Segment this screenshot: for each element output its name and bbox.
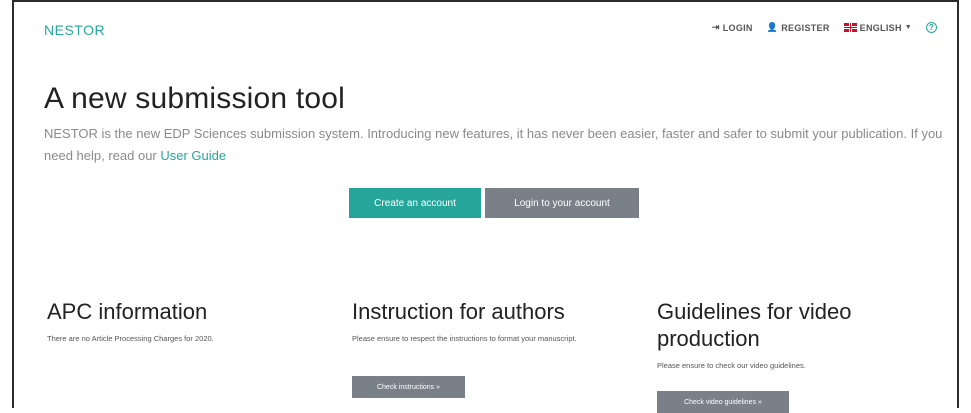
nav-menu: ⇥ LOGIN 👤 REGISTER ENGLISH ▼ ?: [712, 22, 937, 33]
register-label: REGISTER: [781, 22, 830, 33]
login-icon: ⇥: [711, 22, 720, 32]
login-account-button[interactable]: Login to your account: [485, 188, 639, 218]
register-link[interactable]: 👤 REGISTER: [767, 22, 830, 33]
login-label: LOGIN: [722, 22, 753, 33]
create-account-button[interactable]: Create an account: [349, 188, 481, 218]
page-frame: NESTOR ⇥ LOGIN 👤 REGISTER ENGLISH ▼ ? A …: [12, 0, 959, 413]
user-plus-icon: 👤: [766, 22, 779, 32]
chevron-down-icon: ▼: [904, 24, 912, 31]
language-dropdown[interactable]: ENGLISH ▼: [843, 22, 912, 33]
apc-title: APC information: [47, 299, 208, 324]
instructions-text: Please ensure to respect the instruction…: [352, 334, 577, 343]
uk-flag-icon: [843, 23, 857, 32]
check-instructions-button[interactable]: Check instructions »: [352, 376, 465, 398]
hero-actions: Create an account Login to your account: [349, 188, 639, 218]
apc-text: There are no Article Processing Charges …: [47, 334, 214, 343]
hero-description: NESTOR is the new EDP Sciences submissio…: [44, 123, 944, 167]
brand-logo[interactable]: NESTOR: [44, 22, 105, 38]
check-video-guidelines-button[interactable]: Check video guidelines »: [657, 391, 789, 413]
login-link[interactable]: ⇥ LOGIN: [712, 22, 753, 33]
video-text: Please ensure to check our video guideli…: [657, 361, 806, 370]
hero-title: A new submission tool: [44, 82, 346, 115]
top-navbar: NESTOR ⇥ LOGIN 👤 REGISTER ENGLISH ▼ ?: [14, 2, 957, 54]
author-instructions-section: Instruction for authors Please ensure to…: [352, 298, 632, 398]
instructions-title: Instruction for authors: [352, 299, 565, 324]
help-icon[interactable]: ?: [926, 22, 937, 33]
video-title: Guidelines for video production: [657, 299, 852, 351]
video-guidelines-section: Guidelines for video production Please e…: [657, 298, 937, 413]
user-guide-link[interactable]: User Guide: [160, 148, 226, 163]
language-label: ENGLISH: [859, 22, 902, 33]
apc-info-section: APC information There are no Article Pro…: [47, 298, 317, 345]
